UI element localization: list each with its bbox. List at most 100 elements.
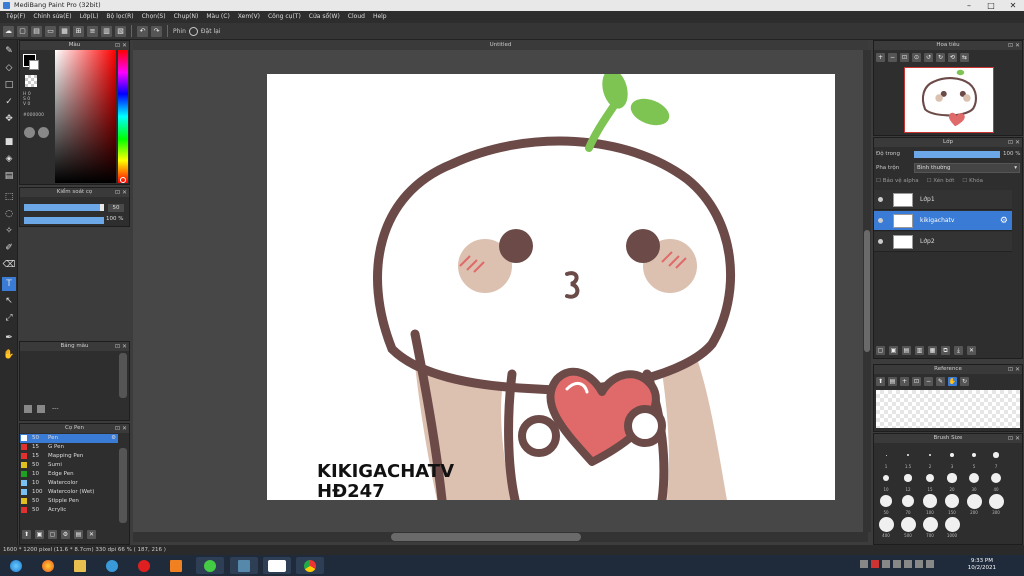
fit-icon[interactable]: ⊡ [900, 53, 909, 62]
tray-icon[interactable] [882, 560, 890, 568]
fill-rect-icon[interactable]: ■ [2, 135, 16, 149]
new-layer-icon[interactable]: ▢ [876, 346, 885, 355]
menu-window[interactable]: Cửa sổ(W) [305, 11, 344, 23]
reference-zoom-out-icon[interactable]: − [924, 377, 933, 386]
brush-size-option[interactable]: 12 [898, 468, 918, 492]
maximize-icon[interactable]: □ [980, 0, 1002, 11]
tray-icon[interactable] [860, 560, 868, 568]
brush-size-option[interactable]: 1 [876, 445, 896, 469]
brush-item-edge-pen[interactable]: 10 Edge Pen [20, 470, 118, 479]
menu-color[interactable]: Màu (C) [202, 11, 233, 23]
internet-explorer-icon[interactable] [98, 557, 126, 574]
tray-icon[interactable] [915, 560, 923, 568]
brush-size-option[interactable]: 1.5 [898, 445, 918, 469]
color-history-icon[interactable] [38, 127, 49, 138]
file-explorer-icon[interactable] [66, 557, 94, 574]
reset-view-icon[interactable]: ⟲ [948, 53, 957, 62]
brush-size-option[interactable]: 1000 [942, 514, 962, 538]
gradient-tool-icon[interactable]: ▤ [2, 169, 16, 183]
shape-tool-icon[interactable]: □ [2, 78, 16, 92]
menu-help[interactable]: Help [369, 11, 391, 23]
new-8bit-layer-icon[interactable]: ▤ [902, 346, 911, 355]
network-app-icon[interactable] [230, 557, 258, 574]
panel-close-icon[interactable]: ⊡ ✕ [115, 342, 127, 351]
reset-button[interactable]: Đặt lại [201, 28, 221, 35]
brush-group-icon[interactable]: ▣ [35, 530, 44, 539]
zoom-out-icon[interactable]: − [888, 53, 897, 62]
layer-row[interactable]: Lớp2 [874, 232, 1012, 252]
reference-eyedropper-icon[interactable]: ✎ [936, 377, 945, 386]
brush-tool-icon[interactable]: ✎ [2, 44, 16, 58]
start-icon[interactable] [2, 557, 30, 574]
panel-close-icon[interactable]: ⊡ ✕ [1008, 41, 1020, 50]
select-tool-icon[interactable]: ⬚ [2, 190, 16, 204]
menu-filter[interactable]: Bộ lọc(R) [102, 11, 137, 23]
reference-import-icon[interactable]: ⬆ [876, 377, 885, 386]
palette-delete-icon[interactable] [37, 405, 45, 413]
brush-size-option[interactable]: 200 [964, 491, 984, 515]
open-icon[interactable]: ▤ [31, 25, 42, 37]
menu-file[interactable]: Tệp(F) [2, 11, 29, 23]
brush-size-option[interactable]: 7 [986, 445, 1006, 469]
brush-size-option[interactable]: 10 [876, 468, 896, 492]
brush-size-option[interactable]: 400 [876, 514, 896, 538]
flip-icon[interactable]: ⇆ [960, 53, 969, 62]
brush-size-bar[interactable] [24, 204, 100, 211]
grid-icon[interactable]: ▦ [59, 25, 70, 37]
snap-lines-icon[interactable]: ≡ [87, 25, 98, 37]
hue-handle[interactable] [120, 177, 126, 183]
brush-item-pen[interactable]: 50 Pen ⚙ [20, 434, 118, 443]
operation-tool-icon[interactable]: ↖ [2, 294, 16, 308]
drawing-canvas[interactable]: KIKIGACHATV HĐ247 [267, 74, 835, 500]
text-tool-icon[interactable]: T [2, 277, 16, 291]
reference-zoom-in-icon[interactable]: + [900, 377, 909, 386]
clipping-checkbox[interactable]: ☐ Xén bớt [927, 178, 955, 184]
select-pen-icon[interactable]: ✐ [2, 241, 16, 255]
reference-hand-icon[interactable]: ✋ [948, 377, 957, 386]
lock-checkbox[interactable]: ☐ Khóa [962, 178, 983, 184]
select-eraser-icon[interactable]: ⌫ [2, 258, 16, 272]
brush-item-sumi[interactable]: 50 Sumi [20, 461, 118, 470]
chrome-icon[interactable] [296, 557, 324, 574]
merge-layer-icon[interactable]: ⤓ [954, 346, 963, 355]
lasso-tool-icon[interactable]: ◌ [2, 207, 16, 221]
rotate-left-icon[interactable]: ↺ [924, 53, 933, 62]
brush-size-option[interactable]: 20 [942, 468, 962, 492]
brush-item-acrylic[interactable]: 50 Acrylic [20, 506, 118, 515]
menu-layer[interactable]: Lớp(L) [76, 11, 103, 23]
move-tool-icon[interactable]: ✥ [2, 112, 16, 126]
panel-close-icon[interactable]: ⊡ ✕ [115, 41, 127, 50]
brush-size-option[interactable]: 5 [964, 445, 984, 469]
brush-size-option[interactable]: 100 [920, 491, 940, 515]
brush-item-watercolor[interactable]: 10 Watercolor [20, 479, 118, 488]
new-file-icon[interactable]: ▢ [17, 25, 28, 37]
brush-size-option[interactable]: 2 [920, 445, 940, 469]
color-wheel-icon[interactable] [24, 127, 35, 138]
layer-row[interactable]: kikigachatv ⚙ [874, 211, 1012, 231]
media-player-icon[interactable] [162, 557, 190, 574]
zalo-icon[interactable] [263, 557, 291, 574]
layer-row[interactable]: Lớp1 [874, 190, 1012, 210]
brush-settings-icon[interactable]: ⚙ [61, 530, 70, 539]
brush-item-stipple-pen[interactable]: 50 Stipple Pen [20, 497, 118, 506]
menu-select[interactable]: Chọn(S) [138, 11, 170, 23]
redo-icon[interactable]: ↷ [151, 25, 162, 37]
cloud-icon[interactable]: ☁ [3, 25, 14, 37]
hand-tool-icon[interactable]: ✋ [2, 348, 16, 362]
panel-close-icon[interactable]: ⊡ ✕ [115, 424, 127, 433]
opera-icon[interactable] [130, 557, 158, 574]
brush-size-option[interactable]: 40 [986, 468, 1006, 492]
eraser-tool-icon[interactable]: ◇ [2, 61, 16, 75]
tray-icon[interactable] [893, 560, 901, 568]
reference-rotate-icon[interactable]: ↻ [960, 377, 969, 386]
firefox-icon[interactable] [34, 557, 62, 574]
snap-icon[interactable]: ⊞ [73, 25, 84, 37]
brush-opacity-bar[interactable] [24, 217, 104, 224]
brush-size-option[interactable]: 700 [920, 514, 940, 538]
ruler-icon[interactable]: ▥ [101, 25, 112, 37]
zoom-in-icon[interactable]: + [876, 53, 885, 62]
panel-close-icon[interactable]: ⊡ ✕ [1008, 138, 1020, 147]
eye-icon[interactable] [878, 218, 883, 223]
magic-wand-icon[interactable]: ✧ [2, 224, 16, 238]
hue-slider[interactable] [118, 50, 128, 183]
